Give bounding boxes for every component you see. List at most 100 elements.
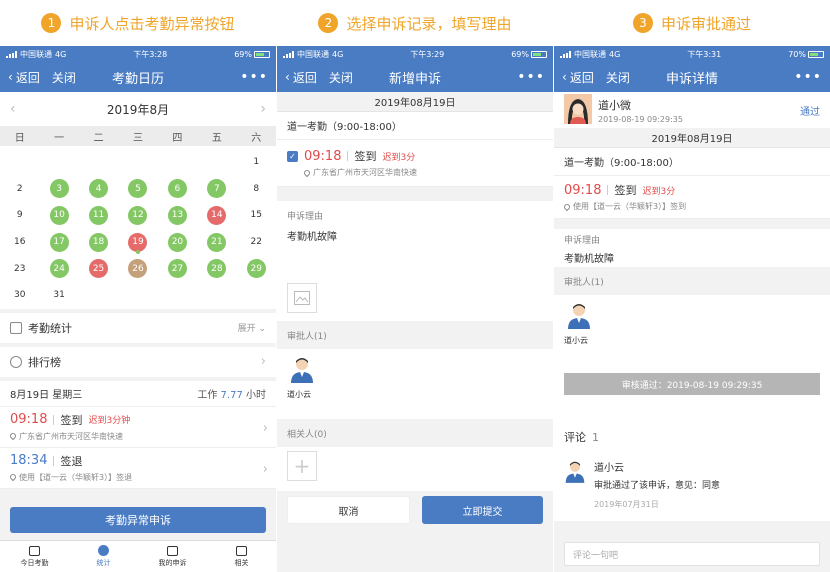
calendar-day[interactable]: 3 bbox=[39, 176, 78, 203]
reason-input[interactable]: 考勤机故障 bbox=[287, 228, 543, 243]
selected-record[interactable]: ✓ 09:18 签到 迟到3分 广东省广州市天河区华南快速 bbox=[277, 140, 553, 187]
back-button[interactable]: ‹ 返回 bbox=[562, 69, 594, 86]
calendar-day[interactable]: 4 bbox=[79, 176, 118, 203]
step-3-header: 3 申诉审批通过 bbox=[554, 0, 830, 46]
calendar-day[interactable]: 10 bbox=[39, 202, 78, 229]
calendar-day[interactable]: 31 bbox=[39, 282, 78, 309]
tab-stats[interactable]: 统计 bbox=[69, 541, 138, 572]
add-related-icon[interactable]: + bbox=[287, 451, 317, 481]
day-number: 16 bbox=[13, 237, 26, 248]
battery-percent: 69% bbox=[234, 49, 252, 59]
calendar-day[interactable]: 5 bbox=[118, 176, 157, 203]
applicant-name: 道小微 bbox=[598, 98, 631, 112]
close-button[interactable]: 关闭 bbox=[606, 69, 630, 86]
calendar-day[interactable]: 22 bbox=[237, 229, 276, 256]
day-number: 4 bbox=[89, 179, 109, 199]
tutorial-root: 1 申诉人点击考勤异常按钮 2 选择申诉记录，填写理由 3 申诉审批通过 中国联… bbox=[0, 0, 830, 572]
calendar-day[interactable]: 29 bbox=[237, 255, 276, 282]
tab-my-appeals[interactable]: 我的申诉 bbox=[138, 541, 207, 572]
calendar-day[interactable]: 15 bbox=[237, 202, 276, 229]
audit-section: 审核通过：2019-08-19 09:29:35 bbox=[554, 357, 830, 415]
back-button[interactable]: ‹ 返回 bbox=[285, 69, 317, 86]
status-bar: 中国联通 4G 下午3:31 70% bbox=[554, 46, 830, 62]
comment-input[interactable]: 评论一句吧 bbox=[564, 542, 820, 566]
day-number: 9 bbox=[16, 210, 23, 221]
day-number: 19 bbox=[128, 232, 148, 252]
punch-out-record[interactable]: 18:34 签退 使用【道一云（华颖轩3）】签退 › bbox=[0, 447, 276, 489]
day-date: 8月19日 星期三 bbox=[10, 389, 83, 401]
calendar-day[interactable]: 19 bbox=[118, 229, 157, 256]
page-title: 申诉详情 bbox=[665, 71, 718, 87]
calendar-day[interactable]: 1 bbox=[237, 149, 276, 176]
day-number: 6 bbox=[167, 179, 187, 199]
tab-related[interactable]: 相关 bbox=[207, 541, 276, 572]
calendar-empty bbox=[197, 149, 236, 176]
related-label: 相关人(0) bbox=[287, 429, 327, 440]
prev-month-button[interactable]: ‹ bbox=[10, 101, 16, 117]
calendar-day[interactable]: 7 bbox=[197, 176, 236, 203]
calendar-day[interactable]: 18 bbox=[79, 229, 118, 256]
calendar-day[interactable]: 21 bbox=[197, 229, 236, 256]
day-number: 15 bbox=[250, 210, 262, 221]
approver-name: 道小云 bbox=[564, 336, 588, 345]
tab-today[interactable]: 今日考勤 bbox=[0, 541, 69, 572]
day-number: 3 bbox=[49, 179, 69, 199]
day-number: 24 bbox=[49, 259, 69, 279]
calendar-day[interactable]: 24 bbox=[39, 255, 78, 282]
punch-in-record[interactable]: 09:18 签到 迟到3分钟 广东省广州市天河区华南快速 › bbox=[0, 406, 276, 448]
calendar-day[interactable]: 6 bbox=[158, 176, 197, 203]
comments-header: 评论 1 bbox=[554, 421, 830, 453]
expand-toggle[interactable]: 展开 ⌄ bbox=[238, 321, 266, 334]
stats-row[interactable]: 考勤统计 展开 ⌄ bbox=[0, 312, 276, 343]
calendar-day[interactable]: 14 bbox=[197, 202, 236, 229]
location-icon bbox=[8, 431, 18, 441]
location-icon bbox=[562, 202, 572, 211]
more-icon[interactable]: ••• bbox=[794, 69, 822, 85]
back-button[interactable]: ‹ 返回 bbox=[8, 69, 40, 86]
checkbox-checked-icon[interactable]: ✓ bbox=[287, 150, 298, 162]
weekday-label: 五 bbox=[211, 132, 222, 144]
attendance-appeal-button[interactable]: 考勤异常申诉 bbox=[10, 507, 266, 533]
day-number: 27 bbox=[167, 259, 187, 279]
close-button[interactable]: 关闭 bbox=[329, 69, 353, 86]
next-month-button[interactable]: › bbox=[260, 101, 266, 117]
calendar-day[interactable]: 12 bbox=[118, 202, 157, 229]
ranking-row[interactable]: 排行榜 › bbox=[0, 346, 276, 377]
submit-button[interactable]: 立即提交 bbox=[422, 496, 543, 524]
calendar-day[interactable]: 26 bbox=[118, 255, 157, 282]
day-number: 10 bbox=[49, 205, 69, 225]
step-1-header: 1 申诉人点击考勤异常按钮 bbox=[0, 0, 276, 46]
chart-icon bbox=[10, 321, 22, 334]
commenter-name: 道小云 bbox=[594, 463, 624, 474]
calendar-day[interactable]: 8 bbox=[237, 176, 276, 203]
calendar-day[interactable]: 27 bbox=[158, 255, 197, 282]
chevron-right-icon: › bbox=[262, 461, 268, 477]
reason-section: 申诉理由 考勤机故障 bbox=[277, 201, 553, 321]
more-icon[interactable]: ••• bbox=[517, 69, 545, 85]
calendar-day[interactable]: 17 bbox=[39, 229, 78, 256]
weekday-label: 日 bbox=[14, 132, 25, 144]
alert-icon bbox=[167, 545, 178, 556]
status-bar: 中国联通 4G 下午3:28 69% bbox=[0, 46, 276, 62]
day-number: 2 bbox=[16, 183, 23, 194]
weekday-label: 一 bbox=[54, 132, 65, 144]
step-title: 申诉审批通过 bbox=[660, 14, 751, 33]
calendar-day[interactable]: 20 bbox=[158, 229, 197, 256]
calendar-day[interactable]: 30 bbox=[0, 282, 39, 309]
cancel-button[interactable]: 取消 bbox=[287, 496, 410, 524]
calendar-day[interactable]: 2 bbox=[0, 176, 39, 203]
image-upload-icon[interactable] bbox=[287, 283, 317, 313]
screen-attendance-calendar: 中国联通 4G 下午3:28 69% ‹ 返回 关闭 考勤日历 ••• ‹ 2019… bbox=[0, 46, 276, 572]
calendar-day[interactable]: 11 bbox=[79, 202, 118, 229]
weekday-label: 二 bbox=[93, 132, 104, 144]
nav-bar: ‹ 返回 关闭 新增申诉 ••• bbox=[277, 62, 553, 92]
calendar-day[interactable]: 23 bbox=[0, 255, 39, 282]
calendar-day[interactable]: 13 bbox=[158, 202, 197, 229]
calendar-day[interactable]: 28 bbox=[197, 255, 236, 282]
shift-label: 道一考勤（9:00-18:00） bbox=[277, 112, 553, 140]
close-button[interactable]: 关闭 bbox=[52, 69, 76, 86]
calendar-day[interactable]: 9 bbox=[0, 202, 39, 229]
calendar-day[interactable]: 25 bbox=[79, 255, 118, 282]
calendar-day[interactable]: 16 bbox=[0, 229, 39, 256]
more-icon[interactable]: ••• bbox=[240, 69, 268, 85]
